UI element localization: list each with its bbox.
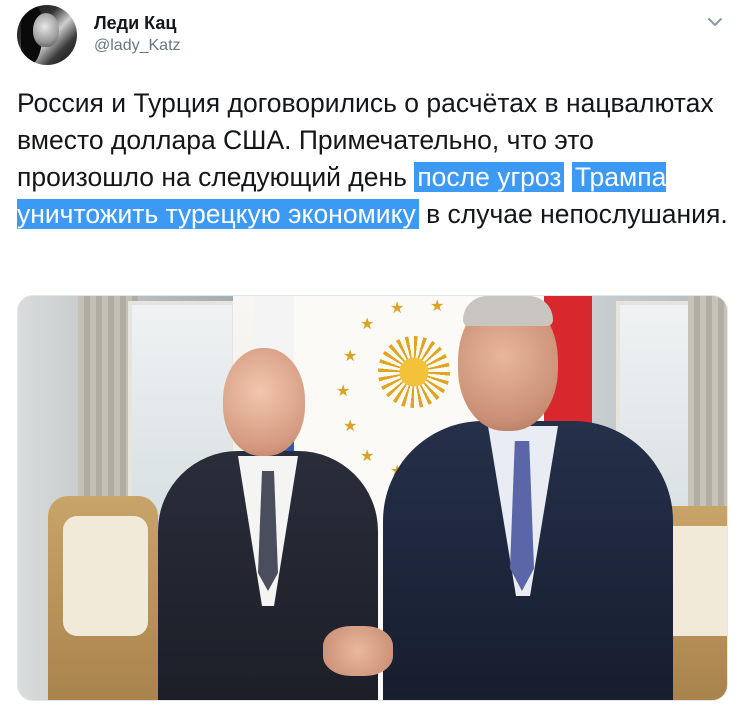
chevron-down-icon[interactable] — [706, 13, 724, 31]
photo-handshake — [323, 626, 393, 676]
photo-chair-left-cushion — [63, 516, 148, 636]
photo-star: ★ — [343, 418, 358, 435]
photo-star: ★ — [360, 448, 375, 465]
tweet-text-segment — [564, 162, 571, 192]
avatar-face — [33, 13, 59, 47]
tweet-text: Россия и Турция договорились о расчётах … — [17, 85, 729, 233]
photo-star: ★ — [390, 300, 405, 317]
tweet-photo[interactable]: ★ ★ ★ ★ ★ ★ ★ ★ ★ — [17, 295, 728, 701]
author-handle[interactable]: @lady_Katz — [94, 37, 181, 55]
photo-sun-emblem — [378, 336, 450, 408]
avatar[interactable] — [17, 5, 77, 65]
photo-star: ★ — [336, 383, 351, 400]
photo-man-left-head — [223, 348, 305, 456]
photo-man-right-hair — [463, 296, 553, 326]
author-name[interactable]: Леди Кац — [94, 13, 176, 34]
selected-text[interactable]: после угроз — [414, 162, 565, 192]
tweet-text-segment: в случае непослушания. — [418, 199, 728, 229]
photo-star: ★ — [430, 298, 445, 315]
photo-star: ★ — [360, 316, 375, 333]
photo-star: ★ — [343, 348, 358, 365]
